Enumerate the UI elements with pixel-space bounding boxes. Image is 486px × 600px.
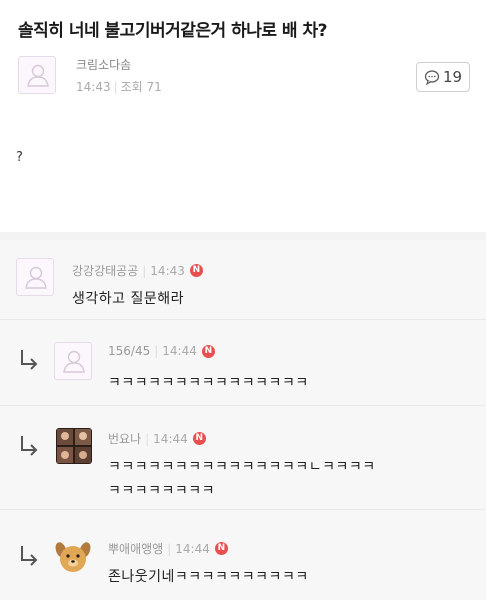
default-avatar-icon	[27, 64, 49, 87]
new-badge: N	[189, 264, 203, 277]
new-badge: N	[214, 542, 228, 555]
comment-bubble-icon	[424, 70, 440, 85]
comment-time: 14:44	[162, 344, 197, 358]
post-header: 솔직히 너네 불고기버거같은거 하나로 배 차? 크림소다솜 14:43 | 조회 …	[0, 0, 486, 118]
comment-meta: 뿌애애앵앵 | 14:44 N	[108, 540, 228, 557]
comment-count: 19	[442, 68, 463, 86]
reply-arrow-icon	[21, 546, 38, 566]
post-title: 솔직히 너네 불고기버거같은거 하나로 배 차?	[18, 21, 327, 41]
reply-item: 156/45 | 14:44 N ㅋㅋㅋㅋㅋㅋㅋㅋㅋㅋㅋㅋㅋㅋㅋ	[0, 320, 486, 406]
comment-item: 강강강태공공 | 14:43 N 생각하고 질문해라	[0, 240, 486, 320]
comment-meta: 156/45 | 14:44 N	[108, 344, 215, 358]
commenter-avatar[interactable]	[16, 258, 54, 296]
photo-collage-icon	[56, 428, 92, 464]
photo-avatar[interactable]	[56, 428, 92, 464]
comment-time: 14:44	[175, 541, 210, 556]
post-body: ?	[16, 150, 23, 165]
default-avatar-icon	[63, 350, 85, 373]
post-time: 14:43	[76, 80, 111, 94]
dog-avatar[interactable]	[54, 538, 92, 576]
comment-list: 강강강태공공 | 14:43 N 생각하고 질문해라 156/45 | 14:44 N ㅋㅋ…	[0, 240, 486, 600]
comment-meta: 번요나 | 14:44 N	[108, 430, 206, 447]
commenter-avatar[interactable]	[54, 342, 92, 380]
comment-text: 존나웃기네ㅋㅋㅋㅋㅋㅋㅋㅋㅋㅋ	[108, 569, 309, 585]
reply-item: 번요나 | 14:44 N ㅋㅋㅋㅋㅋㅋㅋㅋㅋㅋㅋㅋㅋㅋㅋㄴㅋㅋㅋㅋ ㅋㅋㅋㅋㅋㅋㅋㅋ	[0, 406, 486, 510]
comment-author[interactable]: 156/45	[108, 344, 150, 358]
comment-text: 생각하고 질문해라	[72, 291, 184, 307]
reply-arrow-icon	[21, 350, 38, 370]
section-divider	[0, 232, 486, 240]
comment-count-button[interactable]: 19	[416, 62, 470, 92]
new-badge: N	[201, 344, 215, 358]
comment-text-line: ㅋㅋㅋㅋㅋㅋㅋㅋ	[108, 483, 216, 499]
comment-time: 14:43	[150, 263, 185, 278]
comment-meta: 강강강태공공 | 14:43 N	[72, 262, 203, 279]
post-meta: 14:43 | 조회 71	[76, 80, 162, 94]
comment-author[interactable]: 뿌애애앵앵	[108, 540, 163, 557]
dog-icon	[55, 542, 91, 572]
comment-text: ㅋㅋㅋㅋㅋㅋㅋㅋㅋㅋㅋㅋㅋㅋㅋ	[108, 375, 309, 391]
post-author[interactable]: 크림소다솜	[76, 56, 131, 73]
reply-item: 뿌애애앵앵 | 14:44 N 존나웃기네ㅋㅋㅋㅋㅋㅋㅋㅋㅋㅋ	[0, 510, 486, 600]
author-avatar[interactable]	[18, 56, 56, 94]
post-views: 조회 71	[120, 80, 162, 94]
comment-author[interactable]: 번요나	[108, 430, 141, 447]
new-badge: N	[192, 432, 206, 445]
comment-time: 14:44	[153, 431, 188, 446]
comment-author[interactable]: 강강강태공공	[72, 262, 138, 279]
comment-text-line: ㅋㅋㅋㅋㅋㅋㅋㅋㅋㅋㅋㅋㅋㅋㅋㄴㅋㅋㅋㅋ	[108, 459, 376, 475]
reply-arrow-icon	[21, 436, 38, 456]
default-avatar-icon	[25, 266, 47, 289]
